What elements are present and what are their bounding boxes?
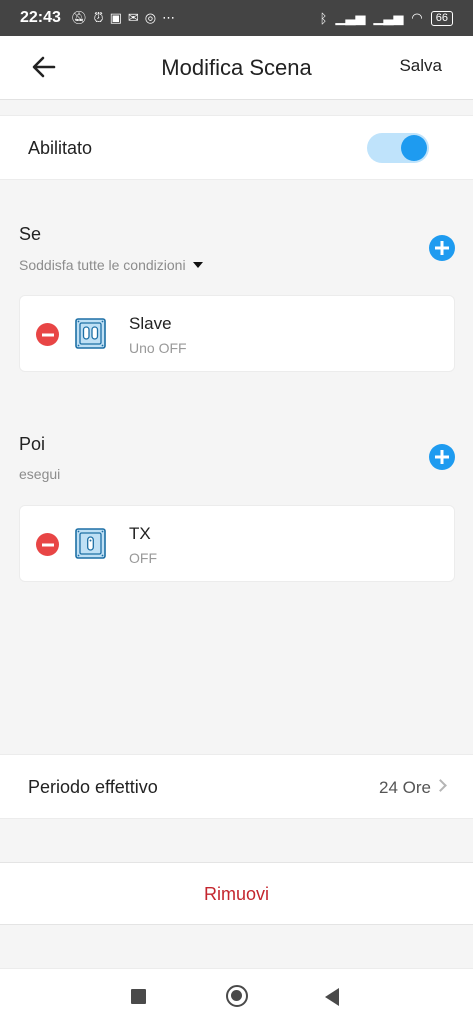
system-nav-bar — [0, 968, 473, 1024]
then-section-subtitle: esegui — [19, 466, 61, 482]
signal-icon: ▁▃▅ — [373, 10, 404, 25]
add-action-button[interactable] — [429, 444, 455, 470]
effective-period-label: Periodo effettivo — [28, 777, 158, 797]
enabled-label: Abilitato — [28, 138, 93, 158]
then-section-title: Poi — [19, 434, 46, 454]
status-left-icons: 🔕︎ ⏰︎ ▣ ✉ ◎ ⋯ — [71, 10, 175, 26]
condition-mode-label: Soddisfa tutte le condizioni — [19, 257, 186, 273]
remove-scene-button[interactable]: Rimuovi — [0, 862, 473, 925]
effective-period-row[interactable]: Periodo effettivo 24 Ore — [0, 754, 473, 819]
condition-device-state: Uno OFF — [129, 340, 187, 356]
home-icon[interactable] — [226, 985, 248, 1007]
status-bar: 22:43 🔕︎ ⏰︎ ▣ ✉ ◎ ⋯ ᛒ ▁▃▅ ▁▃▅ ◠ 66 — [0, 0, 473, 36]
recents-icon[interactable] — [131, 989, 146, 1004]
app-bar: Modifica Scena Salva — [0, 36, 473, 100]
add-condition-button[interactable] — [429, 235, 455, 261]
effective-period-value: 24 Ore — [379, 778, 431, 797]
chevron-right-icon — [434, 779, 447, 792]
battery-icon: 66 — [430, 10, 453, 26]
toggle-knob — [401, 135, 427, 161]
if-section-title: Se — [19, 224, 42, 244]
dual-switch-icon — [75, 318, 106, 349]
remove-condition-button[interactable] — [36, 323, 59, 346]
more-icon: ⋯ — [162, 10, 176, 25]
condition-device-name: Slave — [129, 314, 172, 333]
alarm-icon: ⏰︎ — [93, 10, 104, 25]
mute-icon: 🔕︎ — [70, 10, 88, 25]
action-device-name: TX — [129, 524, 151, 543]
caret-down-icon — [192, 262, 203, 268]
remove-scene-label: Rimuovi — [203, 884, 269, 904]
condition-mode-dropdown[interactable]: Soddisfa tutte le condizioni — [19, 257, 203, 273]
instagram-icon: ◎ — [144, 10, 157, 25]
status-right-icons: ᛒ ▁▃▅ ▁▃▅ ◠ 66 — [320, 10, 453, 26]
data-icon: ▣ — [109, 10, 122, 25]
bluetooth-icon: ᛒ — [319, 10, 328, 26]
mail-icon: ✉ — [127, 10, 139, 25]
enabled-row: Abilitato — [0, 115, 473, 180]
single-switch-icon — [75, 528, 106, 559]
back-arrow-icon[interactable] — [30, 53, 58, 81]
condition-card[interactable]: Slave Uno OFF — [19, 295, 455, 372]
signal-icon: ▁▃▅ — [335, 10, 366, 25]
enabled-toggle[interactable] — [367, 133, 429, 163]
status-time: 22:43 — [20, 9, 61, 26]
save-button[interactable]: Salva — [399, 56, 442, 76]
back-icon[interactable] — [325, 988, 339, 1006]
action-card[interactable]: TX OFF — [19, 505, 455, 582]
action-device-state: OFF — [129, 550, 157, 566]
wifi-icon: ◠ — [411, 10, 423, 25]
remove-action-button[interactable] — [36, 533, 59, 556]
